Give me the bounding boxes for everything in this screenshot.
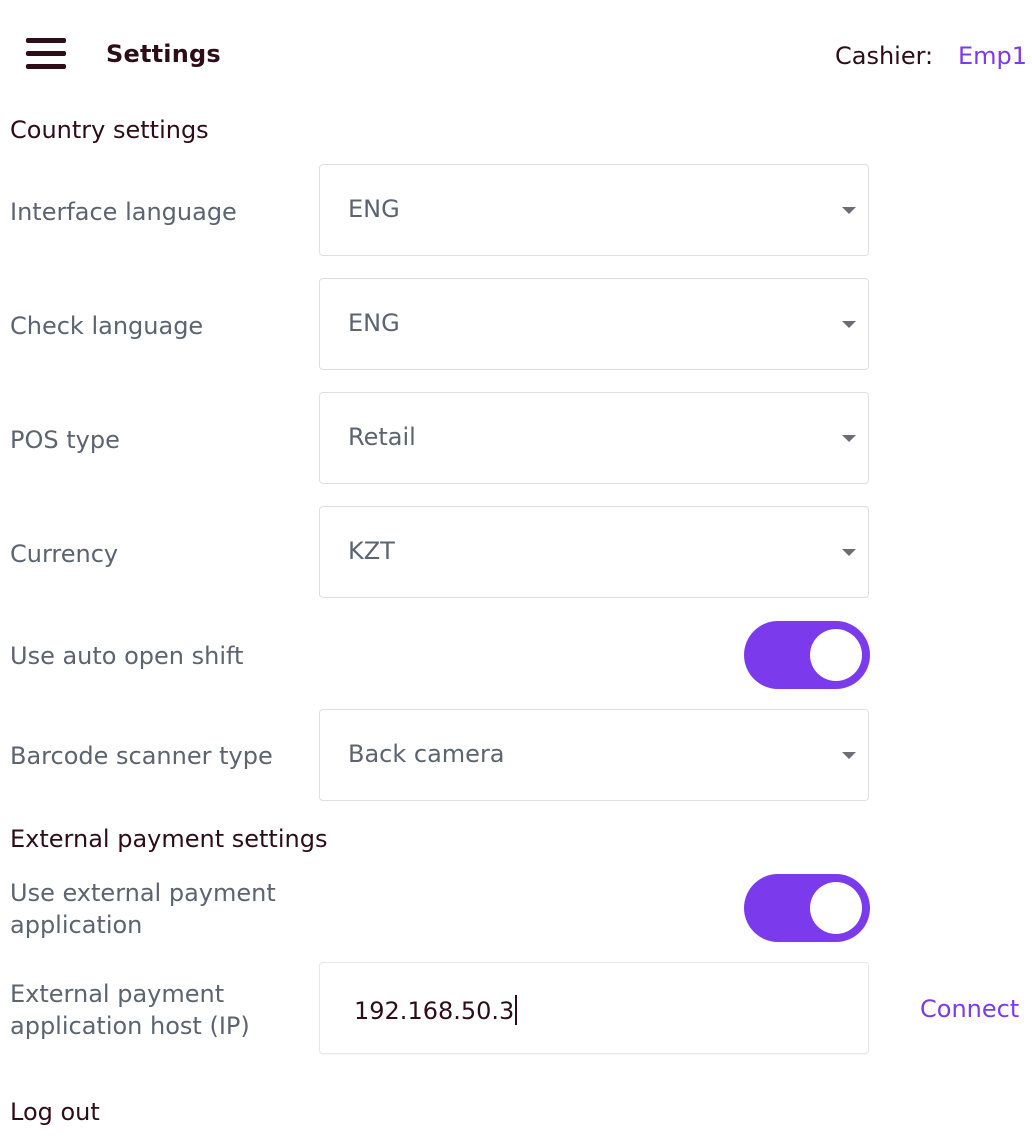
external-payment-host-value: 192.168.50.3	[354, 995, 518, 1025]
interface-language-select[interactable]: ENG	[319, 164, 869, 256]
pos-type-label: POS type	[10, 426, 120, 454]
check-language-select[interactable]: ENG	[319, 278, 869, 370]
barcode-scanner-select[interactable]: Back camera	[319, 709, 869, 801]
currency-value: KZT	[348, 537, 395, 565]
barcode-scanner-label: Barcode scanner type	[10, 742, 273, 770]
external-payment-host-label-line1: External payment	[10, 980, 225, 1008]
external-payment-host-label: External payment application host (IP)	[10, 978, 250, 1042]
barcode-scanner-value: Back camera	[348, 740, 505, 768]
check-language-label: Check language	[10, 312, 204, 340]
use-external-payment-label-line2: application	[10, 911, 143, 939]
pos-type-select[interactable]: Retail	[319, 392, 869, 484]
currency-select[interactable]: KZT	[319, 506, 869, 598]
interface-language-label: Interface language	[10, 198, 237, 226]
logout-button[interactable]: Log out	[10, 1098, 100, 1126]
chevron-down-icon	[842, 752, 856, 759]
use-external-payment-label: Use external payment application	[10, 877, 276, 941]
chevron-down-icon	[842, 549, 856, 556]
external-payment-host-label-line2: application host (IP)	[10, 1012, 250, 1040]
cashier-label: Cashier:	[835, 42, 934, 70]
use-external-payment-label-line1: Use external payment	[10, 879, 276, 907]
interface-language-value: ENG	[348, 195, 400, 223]
page-title: Settings	[106, 40, 221, 68]
external-payment-title: External payment settings	[10, 825, 328, 853]
text-cursor	[515, 995, 518, 1025]
external-payment-host-input[interactable]: 192.168.50.3	[319, 962, 869, 1054]
cashier-name: Emp1	[958, 42, 1028, 70]
check-language-value: ENG	[348, 309, 400, 337]
auto-open-shift-label: Use auto open shift	[10, 642, 244, 670]
use-external-payment-toggle[interactable]	[744, 874, 870, 942]
hamburger-menu-icon[interactable]	[26, 38, 66, 70]
country-settings-title: Country settings	[10, 116, 209, 144]
toggle-knob	[810, 629, 862, 681]
host-ip-text: 192.168.50.3	[354, 997, 515, 1025]
chevron-down-icon	[842, 207, 856, 214]
settings-page: Settings Cashier: Emp1 Country settings …	[0, 0, 1032, 1138]
app-header: Settings Cashier: Emp1	[0, 0, 1032, 110]
toggle-knob	[810, 882, 862, 934]
chevron-down-icon	[842, 435, 856, 442]
connect-button[interactable]: Connect	[920, 995, 1019, 1023]
auto-open-shift-toggle[interactable]	[744, 621, 870, 689]
chevron-down-icon	[842, 321, 856, 328]
pos-type-value: Retail	[348, 423, 416, 451]
currency-label: Currency	[10, 540, 119, 568]
